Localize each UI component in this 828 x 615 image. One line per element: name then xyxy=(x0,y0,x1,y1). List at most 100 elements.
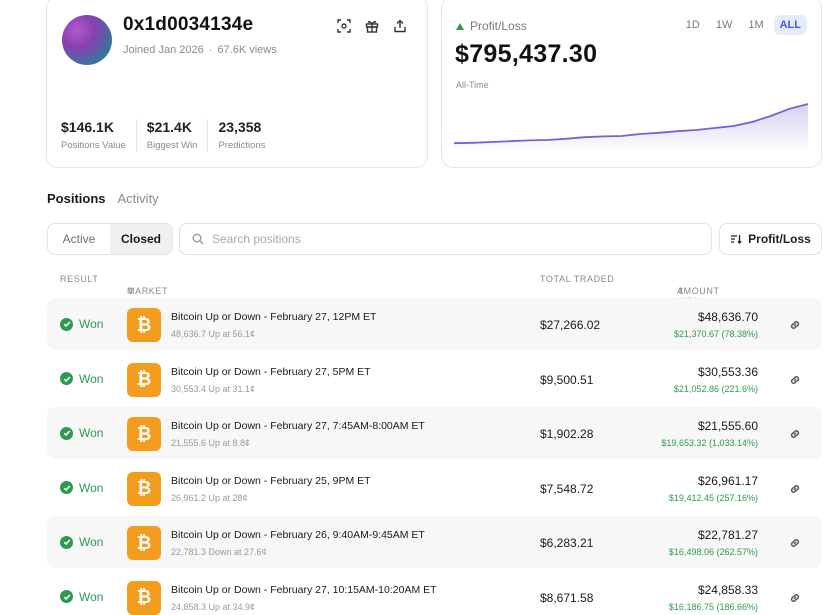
profile-stats: $146.1K Positions Value $21.4K Biggest W… xyxy=(61,119,285,151)
link-icon[interactable] xyxy=(789,427,801,445)
gift-icon[interactable] xyxy=(363,17,381,35)
profit-amount: $21,370.67 (78.38%) xyxy=(673,329,758,339)
sort-chevron-icon: ⇕ xyxy=(677,286,686,296)
total-traded: $9,500.51 xyxy=(540,372,594,387)
result-text: Won xyxy=(79,371,104,386)
result-badge: Won xyxy=(60,372,103,386)
link-icon[interactable] xyxy=(789,373,801,391)
profit-amount: $21,052.86 (221.6%) xyxy=(673,383,758,394)
amount-won: $21,555.60 xyxy=(697,419,758,434)
link-icon[interactable] xyxy=(789,318,801,336)
search-input[interactable] xyxy=(212,232,692,246)
check-circle-icon xyxy=(60,426,73,440)
stat-value: 23,358 xyxy=(218,119,262,135)
sort-label: Profit/Loss xyxy=(748,232,811,246)
triangle-up-icon xyxy=(456,22,464,30)
market-title[interactable]: Bitcoin Up or Down - February 27, 5PM ET xyxy=(171,366,371,378)
range-1m[interactable]: 1M xyxy=(742,15,769,35)
table-row[interactable]: Won ₿ Bitcoin Up or Down - February 25, … xyxy=(47,461,822,514)
stat-value: $21.4K xyxy=(146,119,192,135)
result-text: Won xyxy=(79,480,104,495)
sort-icon xyxy=(731,235,742,244)
table-row[interactable]: Won ₿ Bitcoin Up or Down - February 27, … xyxy=(47,298,822,350)
tab-activity[interactable]: Activity xyxy=(118,191,159,206)
status-filter: Active Closed xyxy=(47,223,173,255)
amount-won: $30,553.36 xyxy=(697,364,758,379)
scan-icon[interactable] xyxy=(335,17,353,35)
table-row[interactable]: Won ₿ Bitcoin Up or Down - February 27, … xyxy=(47,407,822,460)
col-result[interactable]: RESULT xyxy=(60,274,98,284)
share-icon[interactable] xyxy=(391,17,409,35)
result-text: Won xyxy=(79,535,104,550)
table-row[interactable]: Won ₿ Bitcoin Up or Down - February 27, … xyxy=(47,352,822,405)
result-text: Won xyxy=(79,589,104,604)
check-circle-icon xyxy=(60,317,73,331)
pnl-sparkline xyxy=(454,103,808,148)
market-title[interactable]: Bitcoin Up or Down - February 25, 9PM ET xyxy=(171,475,371,487)
result-badge: Won xyxy=(60,426,103,440)
pnl-card: Profit/Loss $795,437.30 All-Time 1D 1W 1… xyxy=(441,0,822,168)
range-1d[interactable]: 1D xyxy=(680,15,706,35)
range-all[interactable]: ALL xyxy=(773,15,807,35)
bitcoin-icon: ₿ xyxy=(127,471,161,506)
result-badge: Won xyxy=(60,590,103,604)
positions-table: Won ₿ Bitcoin Up or Down - February 27, … xyxy=(47,298,822,615)
pnl-value: $795,437.30 xyxy=(455,40,598,68)
stat-label: Biggest Win xyxy=(146,140,198,151)
filter-active[interactable]: Active xyxy=(48,224,110,254)
amount-won: $48,636.70 xyxy=(697,310,758,324)
col-traded[interactable]: TOTAL TRADED xyxy=(540,274,614,284)
check-circle-icon xyxy=(60,481,73,495)
market-title[interactable]: Bitcoin Up or Down - February 26, 9:40AM… xyxy=(171,529,425,541)
section-tabs: Positions Activity xyxy=(47,191,159,206)
bitcoin-icon: ₿ xyxy=(127,526,161,561)
amount-won: $22,781.27 xyxy=(697,528,758,543)
market-position: 22,781.3 Down at 27.6¢ xyxy=(171,547,267,558)
bitcoin-icon: ₿ xyxy=(127,362,161,397)
avatar[interactable] xyxy=(62,15,112,65)
link-icon[interactable] xyxy=(789,536,801,554)
stat-positions-value: $146.1K Positions Value xyxy=(61,119,137,151)
market-title[interactable]: Bitcoin Up or Down - February 27, 7:45AM… xyxy=(171,420,425,432)
profit-amount: $16,186.75 (186.66%) xyxy=(668,601,758,612)
range-1w[interactable]: 1W xyxy=(710,15,739,35)
total-traded: $8,671.58 xyxy=(540,590,594,605)
stat-label: Positions Value xyxy=(61,140,126,151)
result-badge: Won xyxy=(60,535,103,549)
tab-positions[interactable]: Positions xyxy=(47,191,106,206)
link-icon[interactable] xyxy=(789,591,801,609)
stat-value: $146.1K xyxy=(61,119,114,135)
amount-won: $24,858.33 xyxy=(697,582,758,597)
pnl-label: Profit/Loss xyxy=(456,19,527,33)
search-icon xyxy=(192,233,204,245)
profit-amount: $16,498.06 (262.57%) xyxy=(668,547,758,558)
result-badge: Won xyxy=(60,317,103,331)
stat-biggest-win: $21.4K Biggest Win xyxy=(147,119,209,151)
market-position: 24,858.3 Up at 34.9¢ xyxy=(171,601,256,612)
bitcoin-icon: ₿ xyxy=(127,580,161,615)
joined-date: Joined Jan 2026 xyxy=(123,44,204,56)
result-text: Won xyxy=(79,317,104,331)
sort-chevron-icon: ⇕ xyxy=(127,286,136,296)
check-circle-icon xyxy=(60,535,73,549)
sort-button[interactable]: Profit/Loss xyxy=(719,223,822,255)
pnl-period: All-Time xyxy=(456,80,489,90)
market-position: 21,555.6 Up at 8.8¢ xyxy=(171,438,251,449)
amount-won: $26,961.17 xyxy=(697,473,758,488)
meta-separator: · xyxy=(208,44,213,56)
profit-amount: $19,412.45 (257.16%) xyxy=(668,492,758,503)
table-row[interactable]: Won ₿ Bitcoin Up or Down - February 27, … xyxy=(47,570,822,615)
result-text: Won xyxy=(79,426,104,441)
table-header: RESULT MARKET ⇕ TOTAL TRADED AMOUNT WON … xyxy=(47,262,822,306)
total-traded: $7,548.72 xyxy=(540,481,594,496)
market-title[interactable]: Bitcoin Up or Down - February 27, 10:15A… xyxy=(171,584,437,596)
view-count: 67.6K views xyxy=(217,44,277,56)
market-position: 26,961.2 Up at 28¢ xyxy=(171,492,248,503)
table-row[interactable]: Won ₿ Bitcoin Up or Down - February 26, … xyxy=(47,516,822,569)
link-icon[interactable] xyxy=(789,482,801,500)
filter-closed[interactable]: Closed xyxy=(110,224,172,254)
market-title[interactable]: Bitcoin Up or Down - February 27, 12PM E… xyxy=(171,311,376,323)
check-circle-icon xyxy=(60,590,73,604)
profile-meta: Joined Jan 2026 · 67.6K views xyxy=(123,44,277,56)
bitcoin-icon: ₿ xyxy=(127,308,161,342)
